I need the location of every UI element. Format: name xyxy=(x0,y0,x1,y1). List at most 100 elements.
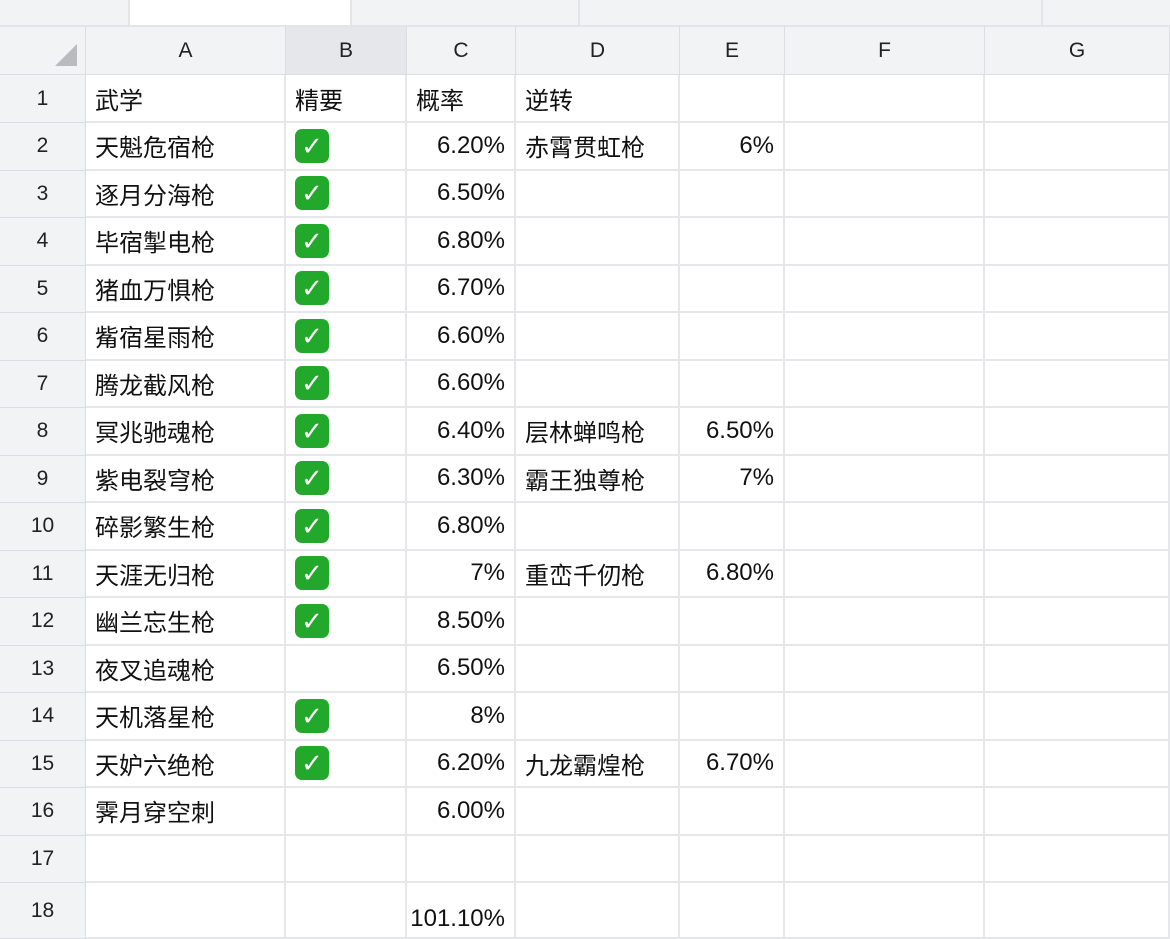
row-header[interactable]: 7 xyxy=(0,360,86,408)
cell-a12[interactable]: 幽兰忘生枪 xyxy=(86,598,286,646)
cell-c7[interactable]: 6.60% xyxy=(407,360,516,408)
cell-g11[interactable] xyxy=(985,550,1170,598)
cell-a15[interactable]: 天妒六绝枪 xyxy=(86,740,286,788)
cell-d6[interactable] xyxy=(516,313,680,361)
cell-a6[interactable]: 觜宿星雨枪 xyxy=(86,313,286,361)
cell-g10[interactable] xyxy=(985,503,1170,551)
column-header-d[interactable]: D xyxy=(516,27,680,75)
cell-f4[interactable] xyxy=(785,218,985,266)
cell-a13[interactable]: 夜叉追魂枪 xyxy=(86,645,286,693)
cell-c15[interactable]: 6.20% xyxy=(407,740,516,788)
row-header[interactable]: 12 xyxy=(0,598,86,646)
sheet-tab-active[interactable] xyxy=(130,0,352,25)
column-header-b[interactable]: B xyxy=(286,27,407,75)
cell-g13[interactable] xyxy=(985,645,1170,693)
cell-e11[interactable]: 6.80% xyxy=(680,550,785,598)
cell-a1[interactable]: 武学 xyxy=(86,75,286,123)
cell-b11[interactable]: ✓ xyxy=(286,550,407,598)
cell-d18[interactable] xyxy=(516,883,680,939)
cell-g1[interactable] xyxy=(985,75,1170,123)
cell-a9[interactable]: 紫电裂穹枪 xyxy=(86,455,286,503)
cell-c9[interactable]: 6.30% xyxy=(407,455,516,503)
select-all-corner[interactable] xyxy=(0,27,86,75)
cell-d12[interactable] xyxy=(516,598,680,646)
cell-e10[interactable] xyxy=(680,503,785,551)
row-header[interactable]: 1 xyxy=(0,75,86,123)
cell-d1[interactable]: 逆转 xyxy=(516,75,680,123)
cell-e17[interactable] xyxy=(680,835,785,883)
cell-c8[interactable]: 6.40% xyxy=(407,408,516,456)
cell-b12[interactable]: ✓ xyxy=(286,598,407,646)
row-header[interactable]: 8 xyxy=(0,408,86,456)
cell-g6[interactable] xyxy=(985,313,1170,361)
cell-e5[interactable] xyxy=(680,265,785,313)
row-header[interactable]: 4 xyxy=(0,218,86,266)
cell-e13[interactable] xyxy=(680,645,785,693)
cell-e3[interactable] xyxy=(680,170,785,218)
cell-f7[interactable] xyxy=(785,360,985,408)
cell-g5[interactable] xyxy=(985,265,1170,313)
cell-g9[interactable] xyxy=(985,455,1170,503)
cell-d15[interactable]: 九龙霸煌枪 xyxy=(516,740,680,788)
row-header[interactable]: 11 xyxy=(0,550,86,598)
cell-a17[interactable] xyxy=(86,835,286,883)
row-header[interactable]: 13 xyxy=(0,645,86,693)
cell-a8[interactable]: 冥兆驰魂枪 xyxy=(86,408,286,456)
row-header[interactable]: 6 xyxy=(0,313,86,361)
cell-e4[interactable] xyxy=(680,218,785,266)
cell-e12[interactable] xyxy=(680,598,785,646)
cell-a16[interactable]: 霁月穿空刺 xyxy=(86,788,286,836)
cell-d2[interactable]: 赤霄贯虹枪 xyxy=(516,123,680,171)
cell-g14[interactable] xyxy=(985,693,1170,741)
cell-d13[interactable] xyxy=(516,645,680,693)
cell-c6[interactable]: 6.60% xyxy=(407,313,516,361)
row-header[interactable]: 17 xyxy=(0,835,86,883)
cell-f1[interactable] xyxy=(785,75,985,123)
cell-e2[interactable]: 6% xyxy=(680,123,785,171)
cell-f2[interactable] xyxy=(785,123,985,171)
cell-c3[interactable]: 6.50% xyxy=(407,170,516,218)
cell-e14[interactable] xyxy=(680,693,785,741)
cell-c16[interactable]: 6.00% xyxy=(407,788,516,836)
cell-d16[interactable] xyxy=(516,788,680,836)
cell-b14[interactable]: ✓ xyxy=(286,693,407,741)
column-header-e[interactable]: E xyxy=(680,27,785,75)
cell-d5[interactable] xyxy=(516,265,680,313)
cell-f6[interactable] xyxy=(785,313,985,361)
cell-g18[interactable] xyxy=(985,883,1170,939)
row-header[interactable]: 2 xyxy=(0,123,86,171)
cell-c11[interactable]: 7% xyxy=(407,550,516,598)
cell-a18[interactable] xyxy=(86,883,286,939)
cell-c4[interactable]: 6.80% xyxy=(407,218,516,266)
cell-c5[interactable]: 6.70% xyxy=(407,265,516,313)
cell-c18[interactable]: 101.10% xyxy=(407,883,516,939)
cell-c17[interactable] xyxy=(407,835,516,883)
cell-d3[interactable] xyxy=(516,170,680,218)
cell-f10[interactable] xyxy=(785,503,985,551)
cell-f16[interactable] xyxy=(785,788,985,836)
cell-b1[interactable]: 精要 xyxy=(286,75,407,123)
cell-d17[interactable] xyxy=(516,835,680,883)
cell-f12[interactable] xyxy=(785,598,985,646)
cell-b15[interactable]: ✓ xyxy=(286,740,407,788)
cell-b17[interactable] xyxy=(286,835,407,883)
column-header-a[interactable]: A xyxy=(86,27,286,75)
cell-d4[interactable] xyxy=(516,218,680,266)
cell-d11[interactable]: 重峦千仞枪 xyxy=(516,550,680,598)
cell-c14[interactable]: 8% xyxy=(407,693,516,741)
cell-g15[interactable] xyxy=(985,740,1170,788)
cell-e9[interactable]: 7% xyxy=(680,455,785,503)
cell-f18[interactable] xyxy=(785,883,985,939)
cell-f8[interactable] xyxy=(785,408,985,456)
cell-b5[interactable]: ✓ xyxy=(286,265,407,313)
cell-f11[interactable] xyxy=(785,550,985,598)
cell-g2[interactable] xyxy=(985,123,1170,171)
cell-g17[interactable] xyxy=(985,835,1170,883)
cell-c12[interactable]: 8.50% xyxy=(407,598,516,646)
row-header[interactable]: 16 xyxy=(0,788,86,836)
cell-g3[interactable] xyxy=(985,170,1170,218)
cell-e15[interactable]: 6.70% xyxy=(680,740,785,788)
cell-a14[interactable]: 天机落星枪 xyxy=(86,693,286,741)
cell-b16[interactable] xyxy=(286,788,407,836)
cell-d7[interactable] xyxy=(516,360,680,408)
